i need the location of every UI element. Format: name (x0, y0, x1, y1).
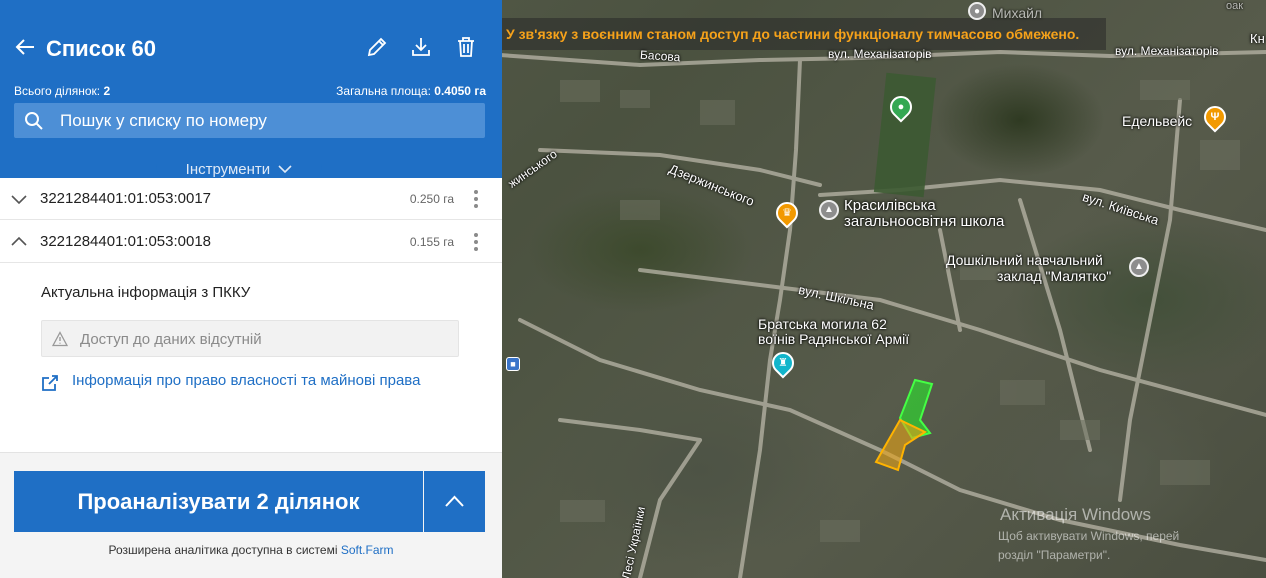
windows-activation-line2: розділ "Параметри". (998, 548, 1111, 562)
ownership-rights-label: Інформація про право власності та майнов… (72, 372, 421, 389)
external-link-icon (42, 375, 58, 391)
no-access-notice: Доступ до даних відсутній (41, 320, 459, 357)
ownership-rights-link[interactable]: Інформація про право власності та майнов… (41, 372, 421, 391)
more-vertical-icon[interactable] (470, 231, 482, 253)
parcel-area: 0.155 га (409, 235, 454, 249)
map-label-school-line2: загальноосвітня школа (844, 213, 1005, 230)
warning-icon (52, 331, 68, 347)
war-restriction-banner: У зв'язку з воєнним станом доступ до час… (500, 18, 1106, 50)
kindergarten-icon[interactable]: ▲ (1129, 257, 1149, 277)
chevron-down-icon (278, 165, 292, 174)
search-box[interactable] (14, 103, 485, 138)
parcel-orange-shape (874, 418, 928, 472)
download-icon[interactable] (410, 36, 434, 60)
search-input[interactable] (60, 103, 470, 138)
parcel-number: 3221284401:01:053:0017 (40, 190, 212, 207)
total-area: Загальна площа: 0.4050 га (336, 84, 486, 98)
bus-stop-icon[interactable]: ■ (506, 357, 520, 371)
map-label-edelweis: Едельвейс (1122, 113, 1193, 129)
tools-label: Інструменти (185, 161, 271, 178)
map-label-grave-line2: воїнів Радянської Армії (758, 331, 910, 347)
total-parcels: Всього ділянок: 2 (14, 84, 111, 98)
parcel-area: 0.250 га (409, 192, 454, 206)
chevron-up-icon (445, 495, 464, 507)
parcel-number: 3221284401:01:053:0018 (40, 233, 212, 250)
windows-activation-title: Активація Windows (1000, 505, 1151, 524)
map-label-basova: Басова (639, 47, 681, 65)
softfarm-link[interactable]: Soft.Farm (341, 543, 394, 557)
expand-options-button[interactable] (424, 471, 485, 532)
map-label-mekhanizatoriv-2: вул. Механізаторів (1115, 44, 1219, 58)
footer-note-text: Розширена аналітика доступна в системі (108, 543, 341, 557)
parcel-list-panel: Список 60 Всього ділянок: 2 Загальна пло… (0, 0, 502, 578)
map-label-oak: оак (1226, 0, 1244, 12)
chevron-up-icon[interactable] (10, 233, 28, 251)
map-label-mekhanizatoriv-1: вул. Механізаторів (828, 47, 932, 61)
panel-header: Список 60 Всього ділянок: 2 Загальна пло… (0, 0, 502, 186)
no-access-text: Доступ до даних відсутній (80, 331, 262, 348)
footer-note: Розширена аналітика доступна в системі S… (0, 543, 502, 557)
back-arrow-icon[interactable] (14, 36, 40, 60)
map-label-kn: Кн (1250, 31, 1265, 46)
trash-icon[interactable] (455, 36, 479, 60)
school-icon[interactable]: ▲ (819, 200, 839, 220)
panel-footer: Проаналізувати 2 ділянок Розширена аналі… (0, 452, 502, 578)
analyze-parcels-button[interactable]: Проаналізувати 2 ділянок (14, 471, 423, 532)
more-vertical-icon[interactable] (470, 188, 482, 210)
pkku-section-title: Актуальна інформація з ПККУ (41, 284, 251, 301)
place-icon[interactable]: ● (968, 2, 986, 20)
parcel-details: Актуальна інформація з ПККУ Доступ до да… (0, 264, 502, 450)
map-label-kindergarten-line2: заклад "Малятко" (997, 268, 1112, 284)
chevron-down-icon[interactable] (10, 190, 28, 208)
map-label-kindergarten-line1: Дошкільний навчальний (946, 252, 1103, 268)
list-title: Список 60 (46, 36, 156, 61)
search-icon (25, 112, 43, 130)
map-label-mykhailo: Михайл (992, 5, 1043, 21)
windows-activation-line1: Щоб активувати Windows, перей (998, 529, 1180, 543)
edit-pencil-icon[interactable] (366, 36, 390, 60)
parcel-row[interactable]: 3221284401:01:053:0017 0.250 га (0, 178, 502, 220)
parcel-row[interactable]: 3221284401:01:053:0018 0.155 га (0, 221, 502, 263)
